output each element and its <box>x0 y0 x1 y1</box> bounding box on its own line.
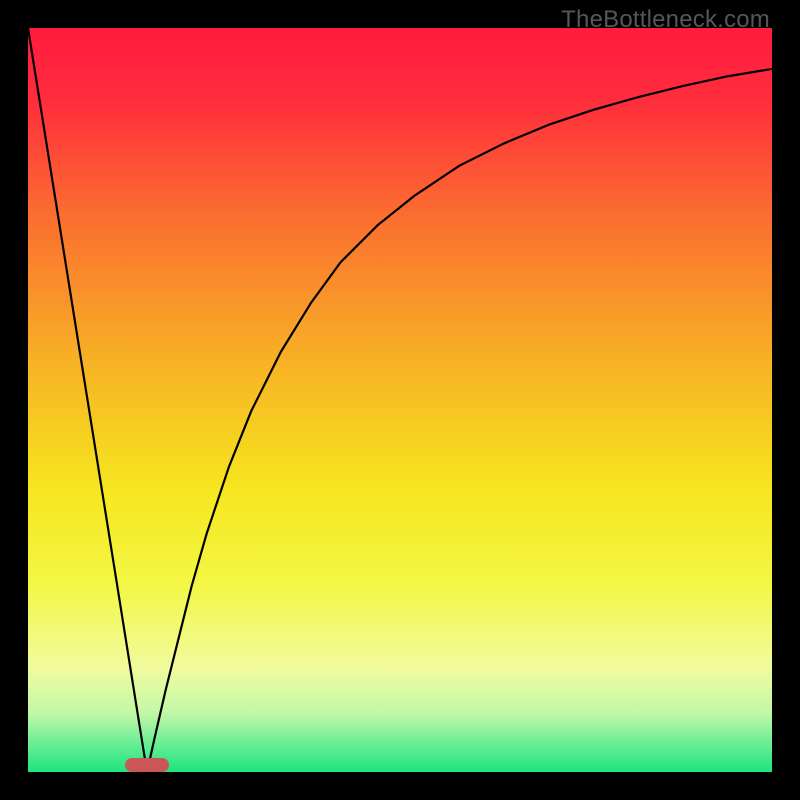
bottleneck-curve <box>28 28 772 772</box>
plot-area <box>28 28 772 772</box>
chart-frame: TheBottleneck.com <box>0 0 800 800</box>
optimal-marker <box>125 758 170 772</box>
watermark-text: TheBottleneck.com <box>561 6 770 34</box>
